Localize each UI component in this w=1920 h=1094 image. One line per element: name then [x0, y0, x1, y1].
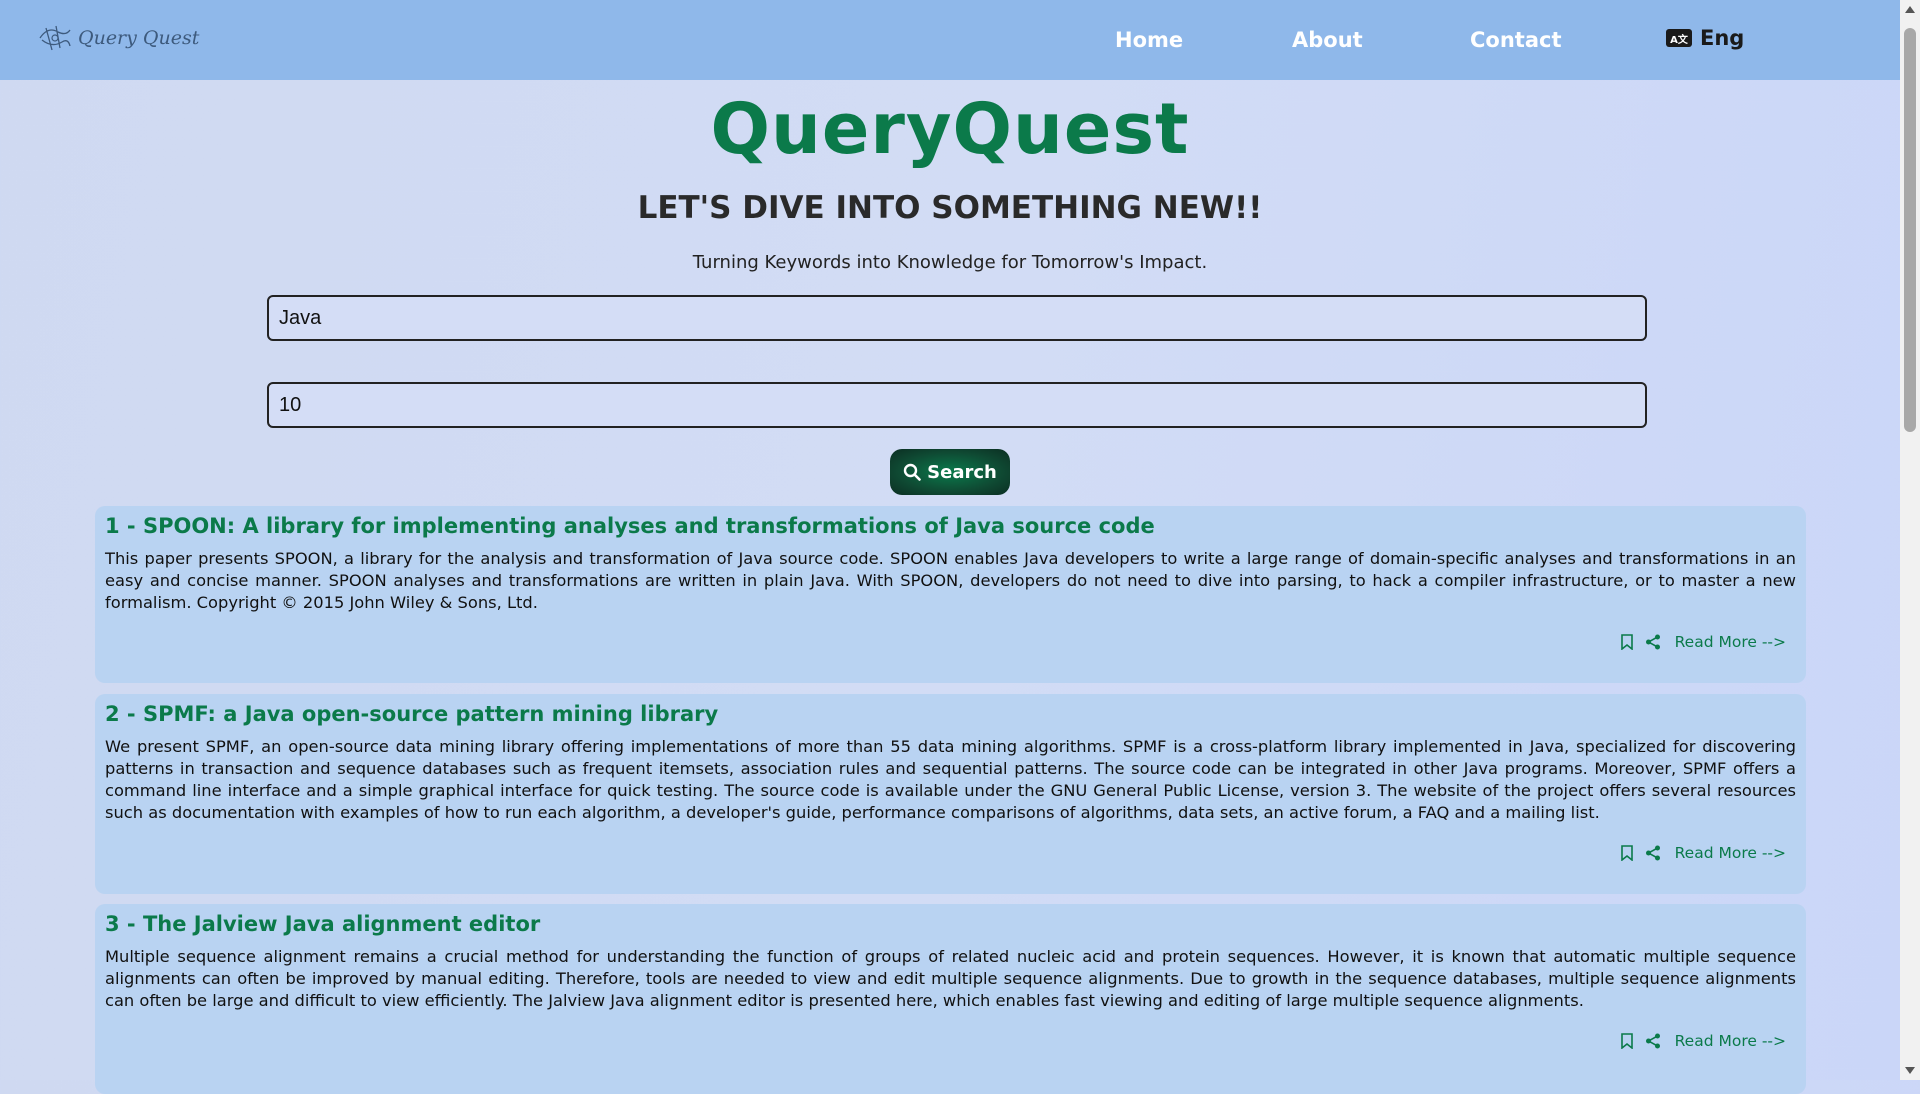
- scroll-up-arrow-icon[interactable]: [1905, 6, 1915, 13]
- result-count-input[interactable]: [267, 382, 1647, 428]
- search-button-label: Search: [927, 461, 997, 483]
- search-button[interactable]: Search: [890, 449, 1010, 495]
- scroll-down-arrow-icon[interactable]: [1905, 1067, 1915, 1074]
- result-actions: Read More -->: [1619, 633, 1786, 651]
- result-card: 1 - SPOON: A library for implementing an…: [95, 506, 1806, 683]
- read-more-link[interactable]: Read More -->: [1675, 1032, 1786, 1050]
- result-card: 2 - SPMF: a Java open-source pattern min…: [95, 694, 1806, 894]
- result-card: 3 - The Jalview Java alignment editor Mu…: [95, 904, 1806, 1094]
- brand-logo-icon: [39, 25, 71, 51]
- page-scrollbar[interactable]: [1900, 0, 1920, 1080]
- result-title-link[interactable]: 1 - SPOON: A library for implementing an…: [105, 514, 1155, 538]
- read-more-link[interactable]: Read More -->: [1675, 633, 1786, 651]
- bookmark-icon[interactable]: [1619, 1033, 1635, 1049]
- language-label: Eng: [1700, 26, 1745, 50]
- page-tagline: Turning Keywords into Knowledge for Tomo…: [692, 252, 1208, 273]
- result-abstract: This paper presents SPOON, a library for…: [105, 549, 1796, 612]
- result-actions: Read More -->: [1619, 844, 1786, 862]
- top-navbar: Query Quest Home About Contact A文 Eng: [0, 0, 1900, 80]
- result-abstract: We present SPMF, an open-source data min…: [105, 737, 1796, 822]
- share-icon[interactable]: [1645, 1033, 1661, 1049]
- read-more-link[interactable]: Read More -->: [1675, 844, 1786, 862]
- language-icon: A文: [1666, 29, 1692, 47]
- nav-contact-link[interactable]: Contact: [1470, 28, 1562, 52]
- share-icon[interactable]: [1645, 634, 1661, 650]
- bookmark-icon[interactable]: [1619, 634, 1635, 650]
- brand-name: Query Quest: [78, 27, 200, 49]
- language-selector[interactable]: A文 Eng: [1666, 26, 1744, 50]
- result-title-link[interactable]: 3 - The Jalview Java alignment editor: [105, 912, 540, 936]
- result-abstract: Multiple sequence alignment remains a cr…: [105, 947, 1796, 1010]
- result-actions: Read More -->: [1619, 1032, 1786, 1050]
- page-title: QueryQuest: [710, 88, 1190, 170]
- nav-about-link[interactable]: About: [1292, 28, 1363, 52]
- result-title-link[interactable]: 2 - SPMF: a Java open-source pattern min…: [105, 702, 718, 726]
- page-subtitle: LET'S DIVE INTO SOMETHING NEW!!: [637, 190, 1263, 226]
- scrollbar-thumb[interactable]: [1904, 28, 1916, 432]
- bookmark-icon[interactable]: [1619, 845, 1635, 861]
- brand-logo-link[interactable]: Query Quest: [38, 22, 199, 54]
- search-icon: [903, 463, 921, 481]
- share-icon[interactable]: [1645, 845, 1661, 861]
- keyword-search-input[interactable]: [267, 295, 1647, 341]
- nav-home-link[interactable]: Home: [1115, 28, 1183, 52]
